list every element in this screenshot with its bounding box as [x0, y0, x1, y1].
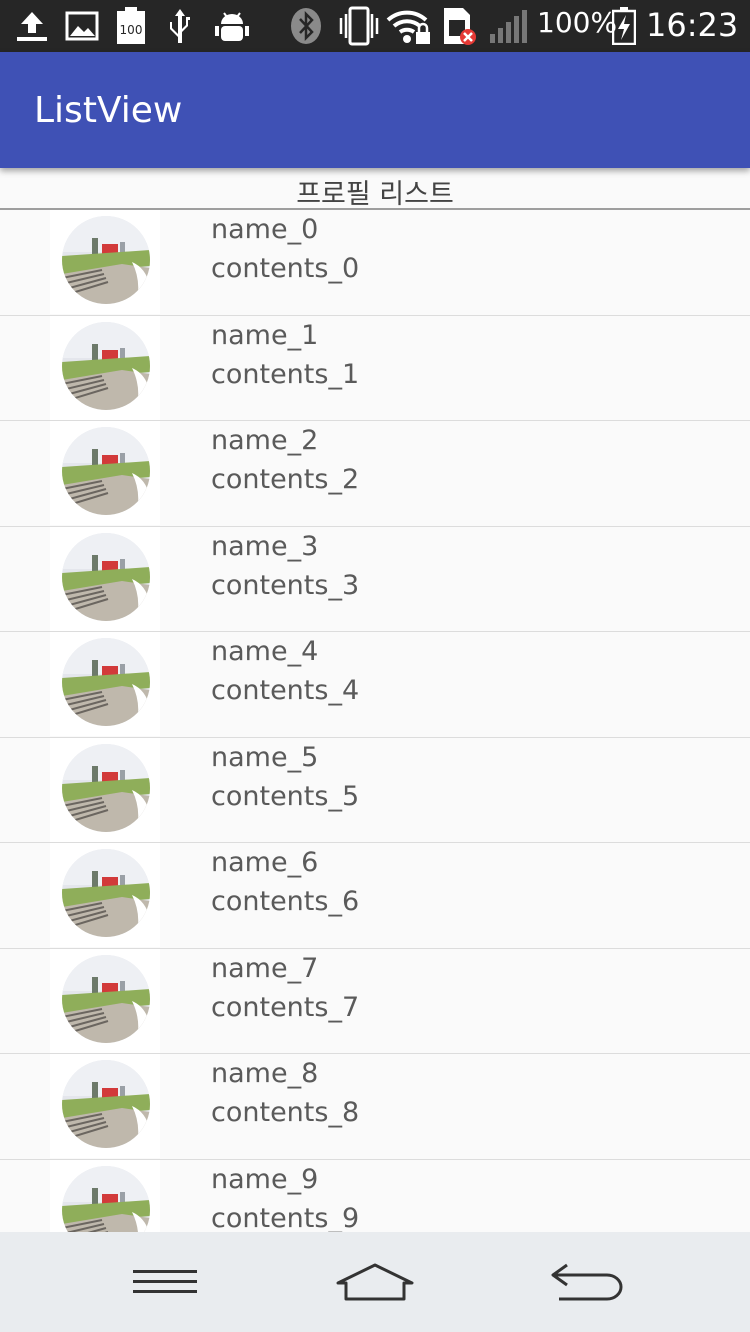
list-item[interactable]: name_4 contents_4: [0, 632, 750, 738]
item-contents: contents_4: [211, 675, 360, 706]
avatar-container: [50, 315, 160, 420]
list-item[interactable]: name_3 contents_3: [0, 526, 750, 632]
list-header-label: 프로필 리스트: [296, 179, 454, 210]
item-contents: contents_6: [211, 886, 360, 917]
usb-icon: [165, 8, 195, 44]
wifi-lock-icon: [385, 8, 433, 44]
avatar-container: [50, 1054, 160, 1158]
item-contents: contents_1: [211, 358, 360, 390]
item-name: name_8: [211, 1058, 319, 1089]
clock: 16:23: [646, 6, 739, 44]
battery-level-text: 100: [120, 23, 143, 37]
item-name: name_0: [211, 214, 319, 245]
list-item[interactable]: name_8 contents_8: [0, 1054, 750, 1160]
avatar-container: [50, 843, 160, 947]
item-contents: contents_7: [211, 991, 360, 1023]
avatar-container: [50, 948, 160, 1053]
battery-percent: 100%: [537, 6, 618, 39]
avatar: [62, 743, 150, 832]
avatar: [62, 216, 150, 304]
avatar-container: [50, 632, 160, 736]
bluetooth-icon: [288, 8, 324, 44]
item-contents: contents_5: [211, 780, 360, 812]
android-debug-icon: [212, 8, 252, 44]
item-contents: contents_9: [211, 1202, 360, 1233]
avatar: [62, 1060, 150, 1148]
item-name: name_2: [211, 425, 319, 456]
item-name: name_4: [211, 636, 319, 667]
status-bar: 100 100% 16:23: [0, 0, 750, 52]
avatar-container: [50, 737, 160, 842]
item-contents: contents_0: [211, 253, 360, 284]
item-name: name_3: [211, 530, 319, 562]
avatar: [62, 638, 150, 726]
list-header: 프로필 리스트: [0, 168, 750, 210]
avatar-container: [50, 1159, 160, 1232]
list-item[interactable]: name_1 contents_1: [0, 315, 750, 421]
avatar: [62, 954, 150, 1043]
list-item[interactable]: name_7 contents_7: [0, 948, 750, 1054]
list-item[interactable]: name_6 contents_6: [0, 843, 750, 949]
menu-icon[interactable]: [130, 1260, 200, 1304]
item-name: name_6: [211, 847, 319, 878]
avatar: [62, 427, 150, 515]
sim-error-icon: [440, 8, 478, 45]
item-name: name_7: [211, 952, 319, 984]
upload-icon: [14, 8, 50, 44]
profile-list[interactable]: name_0 contents_0 name_1 contents_1 name_2co…: [0, 210, 750, 1232]
avatar-container: [50, 210, 160, 314]
image-icon: [64, 8, 100, 44]
app-bar: ListView: [0, 52, 750, 168]
battery-100-icon: 100: [114, 7, 148, 44]
avatar: [62, 1165, 150, 1232]
avatar: [62, 321, 150, 410]
list-item[interactable]: name_9 contents_9: [0, 1159, 750, 1233]
item-contents: contents_3: [211, 569, 360, 601]
navigation-bar: [0, 1232, 750, 1332]
avatar-container: [50, 421, 160, 525]
list-item[interactable]: name_5 contents_5: [0, 737, 750, 843]
item-name: name_9: [211, 1163, 319, 1195]
item-name: name_5: [211, 741, 319, 773]
charging-battery-icon: [611, 7, 637, 45]
signal-icon: [488, 8, 530, 44]
app-title: ListView: [34, 90, 183, 131]
avatar: [62, 532, 150, 621]
home-icon[interactable]: [333, 1260, 417, 1304]
back-icon[interactable]: [548, 1260, 626, 1304]
avatar-container: [50, 526, 160, 631]
list-item[interactable]: name_2 contents_2: [0, 421, 750, 527]
avatar: [62, 849, 150, 937]
list-item[interactable]: name_0 contents_0: [0, 210, 750, 316]
item-name: name_1: [211, 319, 319, 351]
item-contents: contents_8: [211, 1097, 360, 1128]
item-contents: contents_2: [211, 464, 360, 495]
vibrate-icon: [336, 6, 380, 46]
